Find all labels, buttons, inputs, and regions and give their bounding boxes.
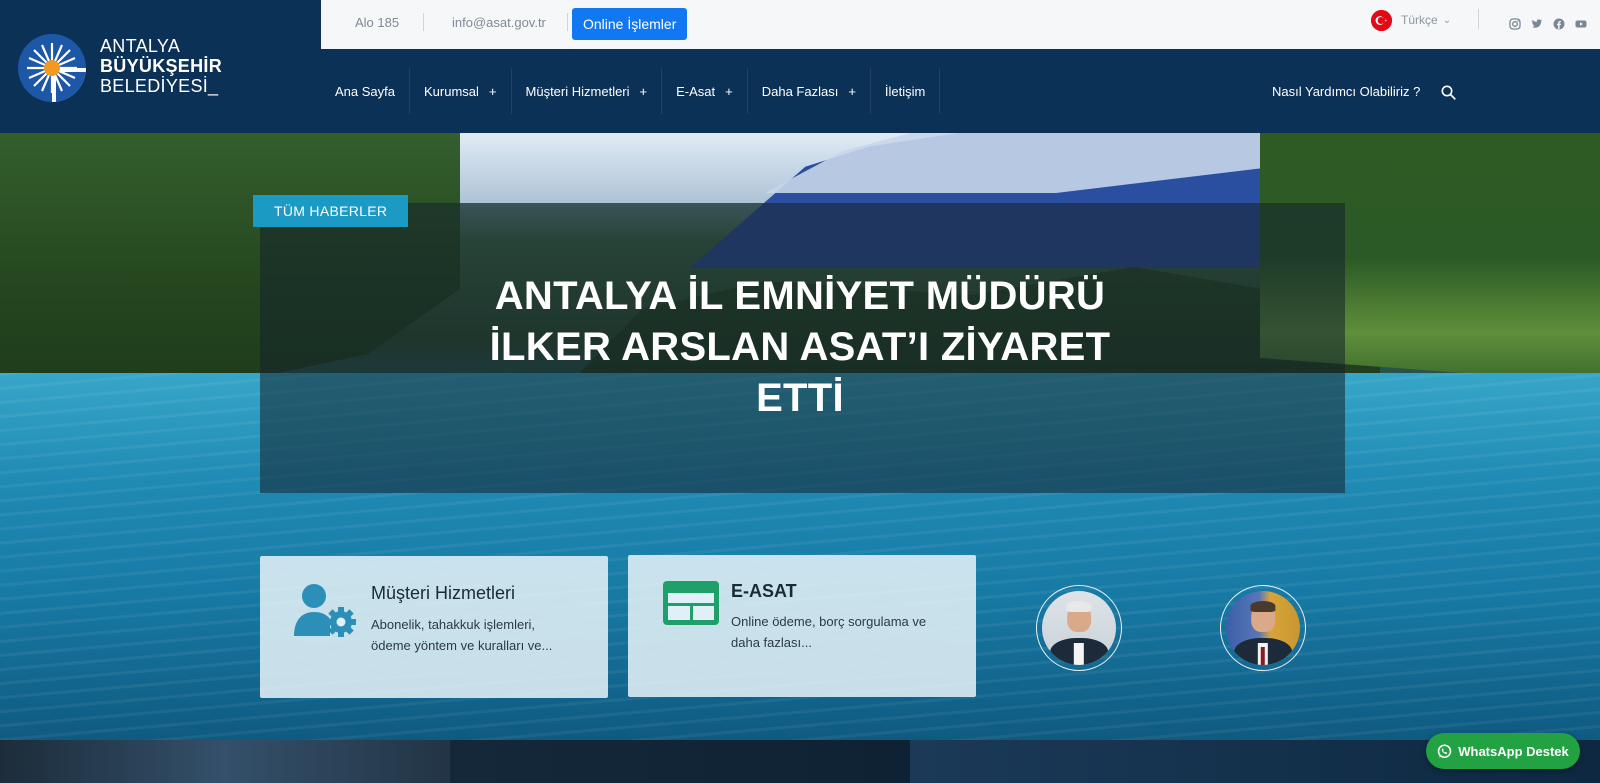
nav-item-more[interactable]: Daha Fazlası + <box>748 68 871 114</box>
top-bar: Alo 185 info@asat.gov.tr Online İşlemler… <box>321 0 1600 49</box>
logo-line-1: ANTALYA <box>100 36 181 56</box>
avatar <box>1042 591 1116 665</box>
logo-block[interactable]: ANTALYA BÜYÜKŞEHİR BELEDİYESİ_ <box>0 0 321 133</box>
card-description: Abonelik, tahakkuk işlemleri, ödeme yönt… <box>371 617 553 653</box>
plus-icon: + <box>725 83 733 99</box>
nav-item-label: Daha Fazlası <box>761 83 839 99</box>
preview-image <box>450 740 910 783</box>
logo-line-3: BELEDİYESİ_ <box>100 76 219 96</box>
e-asat-card[interactable]: E-ASAT Online ödeme, borç sorgulama ve d… <box>628 555 976 697</box>
browser-window-icon <box>663 581 719 625</box>
phone-link[interactable]: Alo 185 <box>355 15 399 30</box>
nav-item-label: Ana Sayfa <box>335 83 395 99</box>
email-link[interactable]: info@asat.gov.tr <box>452 15 546 30</box>
nav-item-customer-services[interactable]: Müşteri Hizmetleri + <box>512 68 663 114</box>
all-news-button[interactable]: TÜM HABERLER <box>253 195 409 227</box>
divider <box>423 13 424 31</box>
social-links <box>1509 17 1587 30</box>
plus-icon: + <box>488 83 497 99</box>
user-gear-icon <box>294 584 356 637</box>
nav-item-label: Müşteri Hizmetleri <box>525 83 630 99</box>
nav-item-home[interactable]: Ana Sayfa <box>321 68 410 114</box>
twitter-icon[interactable] <box>1531 17 1543 29</box>
nav-item-label: E-Asat <box>676 83 716 99</box>
card-title: E-ASAT <box>731 581 797 601</box>
nav-item-label: İletişim <box>884 83 926 99</box>
bottom-section-preview <box>0 740 1600 783</box>
portrait-hair <box>1250 601 1276 612</box>
logo-text: ANTALYA BÜYÜKŞEHİR BELEDİYESİ_ <box>100 36 222 96</box>
whatsapp-label: WhatsApp Destek <box>1458 743 1569 759</box>
official-portrait-1[interactable] <box>1036 585 1122 671</box>
divider <box>567 13 568 31</box>
facebook-icon[interactable] <box>1553 17 1565 30</box>
plus-icon: + <box>639 83 648 99</box>
nav-menu: Ana Sayfa Kurumsal + Müşteri Hizmetleri … <box>321 68 941 114</box>
hero-slider: TÜM HABERLER ANTALYA İL EMNİYET MÜDÜRÜ İ… <box>0 133 1600 740</box>
portrait-hair <box>1066 601 1092 612</box>
youtube-icon[interactable] <box>1575 17 1587 29</box>
official-portrait-2[interactable] <box>1220 585 1306 671</box>
avatar <box>1226 591 1300 665</box>
turkey-flag-icon <box>1371 9 1392 31</box>
help-link[interactable]: Nasıl Yardımcı Olabiliriz ? <box>1272 84 1420 99</box>
nav-item-contact[interactable]: İletişim <box>871 68 941 114</box>
news-headline[interactable]: ANTALYA İL EMNİYET MÜDÜRÜ İLKER ARSLAN A… <box>470 271 1130 424</box>
chevron-down-icon: ⌄ <box>1442 14 1452 26</box>
sun-emblem-icon <box>18 34 86 102</box>
whatsapp-icon <box>1437 743 1452 758</box>
plus-icon: + <box>848 83 856 99</box>
nav-item-label: Kurumsal <box>424 83 479 99</box>
card-title: Müşteri Hizmetleri <box>371 583 516 603</box>
language-selector[interactable]: Türkçe ⌄ <box>1371 9 1451 31</box>
logo-line-2: BÜYÜKŞEHİR <box>100 56 223 76</box>
customer-services-card[interactable]: Müşteri Hizmetleri Abonelik, tahakkuk iş… <box>260 556 608 698</box>
online-services-button[interactable]: Online İşlemler <box>572 8 688 40</box>
whatsapp-support-button[interactable]: WhatsApp Destek <box>1426 733 1580 769</box>
nav-item-e-asat[interactable]: E-Asat + <box>662 68 748 114</box>
divider <box>1478 9 1479 29</box>
nav-item-corporate[interactable]: Kurumsal + <box>410 68 512 114</box>
instagram-icon[interactable] <box>1509 17 1521 30</box>
language-label: Türkçe <box>1401 13 1438 27</box>
preview-image <box>0 740 450 783</box>
card-description: Online ödeme, borç sorgulama ve daha faz… <box>731 614 927 650</box>
search-icon[interactable] <box>1441 85 1456 100</box>
main-nav: Ana Sayfa Kurumsal + Müşteri Hizmetleri … <box>321 49 1600 133</box>
portrait-shirt <box>1073 642 1085 665</box>
portrait-tie <box>1260 647 1266 665</box>
